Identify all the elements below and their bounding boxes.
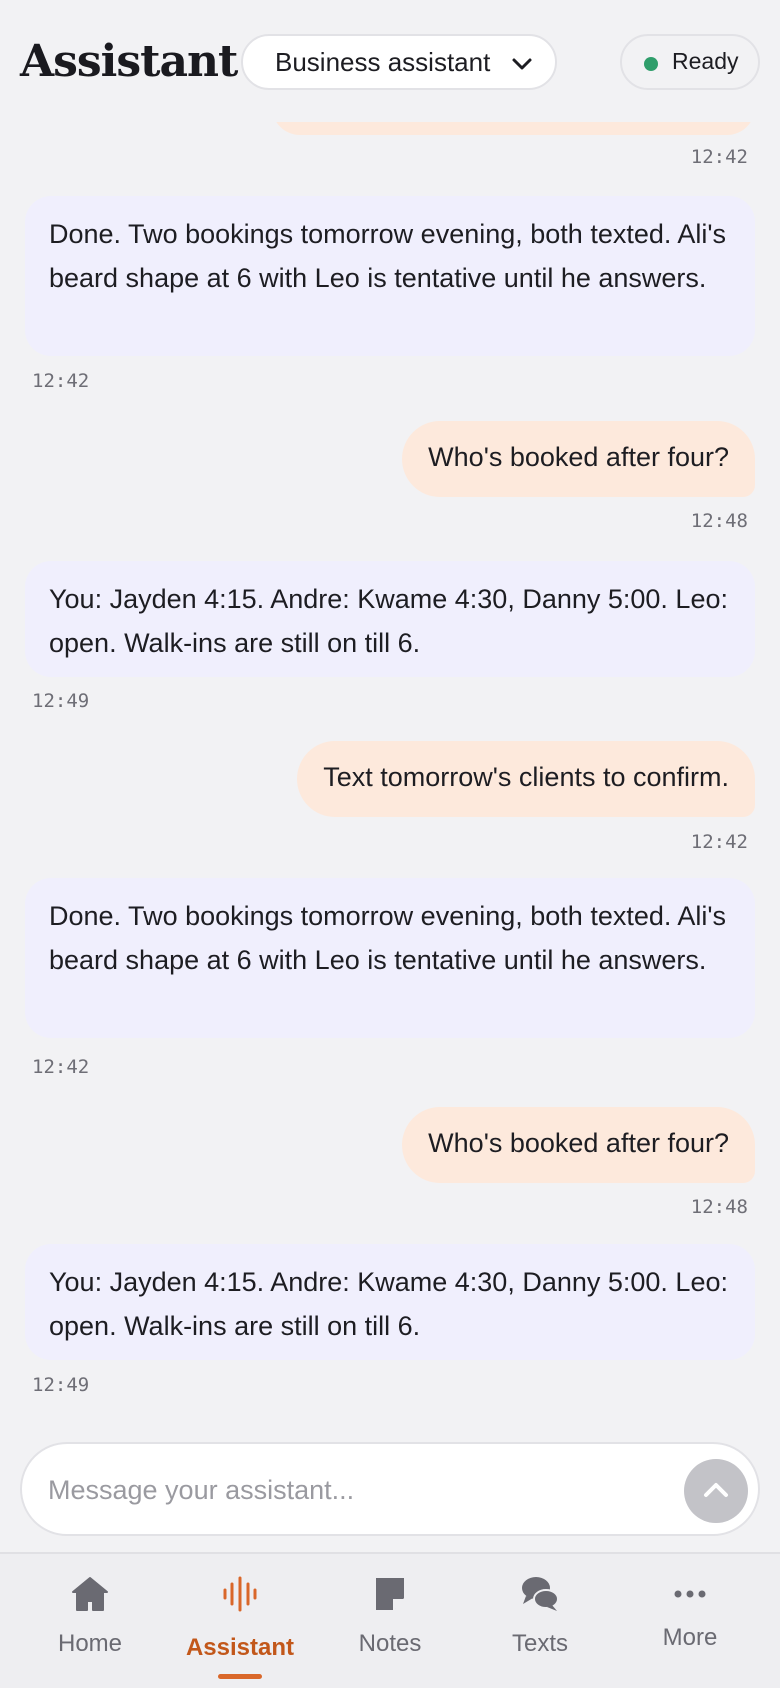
message-time: 12:48 [690, 510, 748, 532]
message-time: 12:42 [690, 831, 748, 853]
more-dots-icon [674, 1590, 706, 1598]
nav-item-assistant[interactable]: Assistant [165, 1554, 315, 1688]
chat-thread[interactable]: 12:42 Done. Two bookings tomorrow evenin… [0, 0, 780, 1432]
assistant-mode-value: Business assistant [275, 46, 491, 77]
assistant-message-bubble: Done. Two bookings tomorrow evening, bot… [25, 196, 755, 356]
nav-item-more[interactable]: More [615, 1554, 765, 1688]
chevron-down-icon [512, 58, 532, 70]
chevron-up-icon [704, 1483, 728, 1497]
message-time: 12:49 [32, 1374, 90, 1396]
user-message-bubble: Who's booked after four? [402, 421, 755, 497]
nav-item-home[interactable]: Home [15, 1554, 165, 1688]
message-time: 12:42 [32, 1056, 90, 1078]
status-dot-icon [644, 57, 658, 71]
nav-item-label: Assistant [185, 1634, 295, 1661]
active-tab-indicator [218, 1674, 262, 1679]
chat-bubbles-icon [522, 1577, 559, 1611]
message-input[interactable] [46, 1464, 650, 1516]
home-icon [72, 1577, 108, 1611]
assistant-mode-select[interactable]: Business assistant [241, 34, 557, 90]
voice-waveform-icon [223, 1576, 257, 1612]
note-icon [376, 1578, 404, 1610]
message-time: 12:42 [32, 370, 90, 392]
assistant-message-bubble: You: Jayden 4:15. Andre: Kwame 4:30, Dan… [25, 1244, 755, 1360]
message-composer [20, 1442, 760, 1536]
top-bar: Assistant Business assistant Ready [0, 0, 780, 122]
assistant-message-bubble: You: Jayden 4:15. Andre: Kwame 4:30, Dan… [25, 561, 755, 677]
message-time: 12:48 [690, 1196, 748, 1218]
bottom-navigation: Home Assistant Notes Texts More [0, 1552, 780, 1688]
user-message-bubble: Text tomorrow's clients to confirm. [297, 741, 755, 817]
message-time: 12:49 [32, 690, 90, 712]
send-button[interactable] [684, 1459, 748, 1523]
nav-item-notes[interactable]: Notes [315, 1554, 465, 1688]
status-badge: Ready [620, 34, 760, 90]
message-time: 12:42 [690, 146, 748, 168]
nav-item-texts[interactable]: Texts [465, 1554, 615, 1688]
nav-item-label: Home [57, 1630, 123, 1657]
status-label: Ready [672, 48, 739, 74]
nav-item-label: Texts [511, 1630, 568, 1657]
user-message-bubble: Who's booked after four? [402, 1107, 755, 1183]
nav-item-label: More [662, 1624, 718, 1651]
page-title: Assistant [20, 36, 238, 87]
assistant-message-bubble: Done. Two bookings tomorrow evening, bot… [25, 878, 755, 1038]
nav-item-label: Notes [358, 1630, 422, 1657]
